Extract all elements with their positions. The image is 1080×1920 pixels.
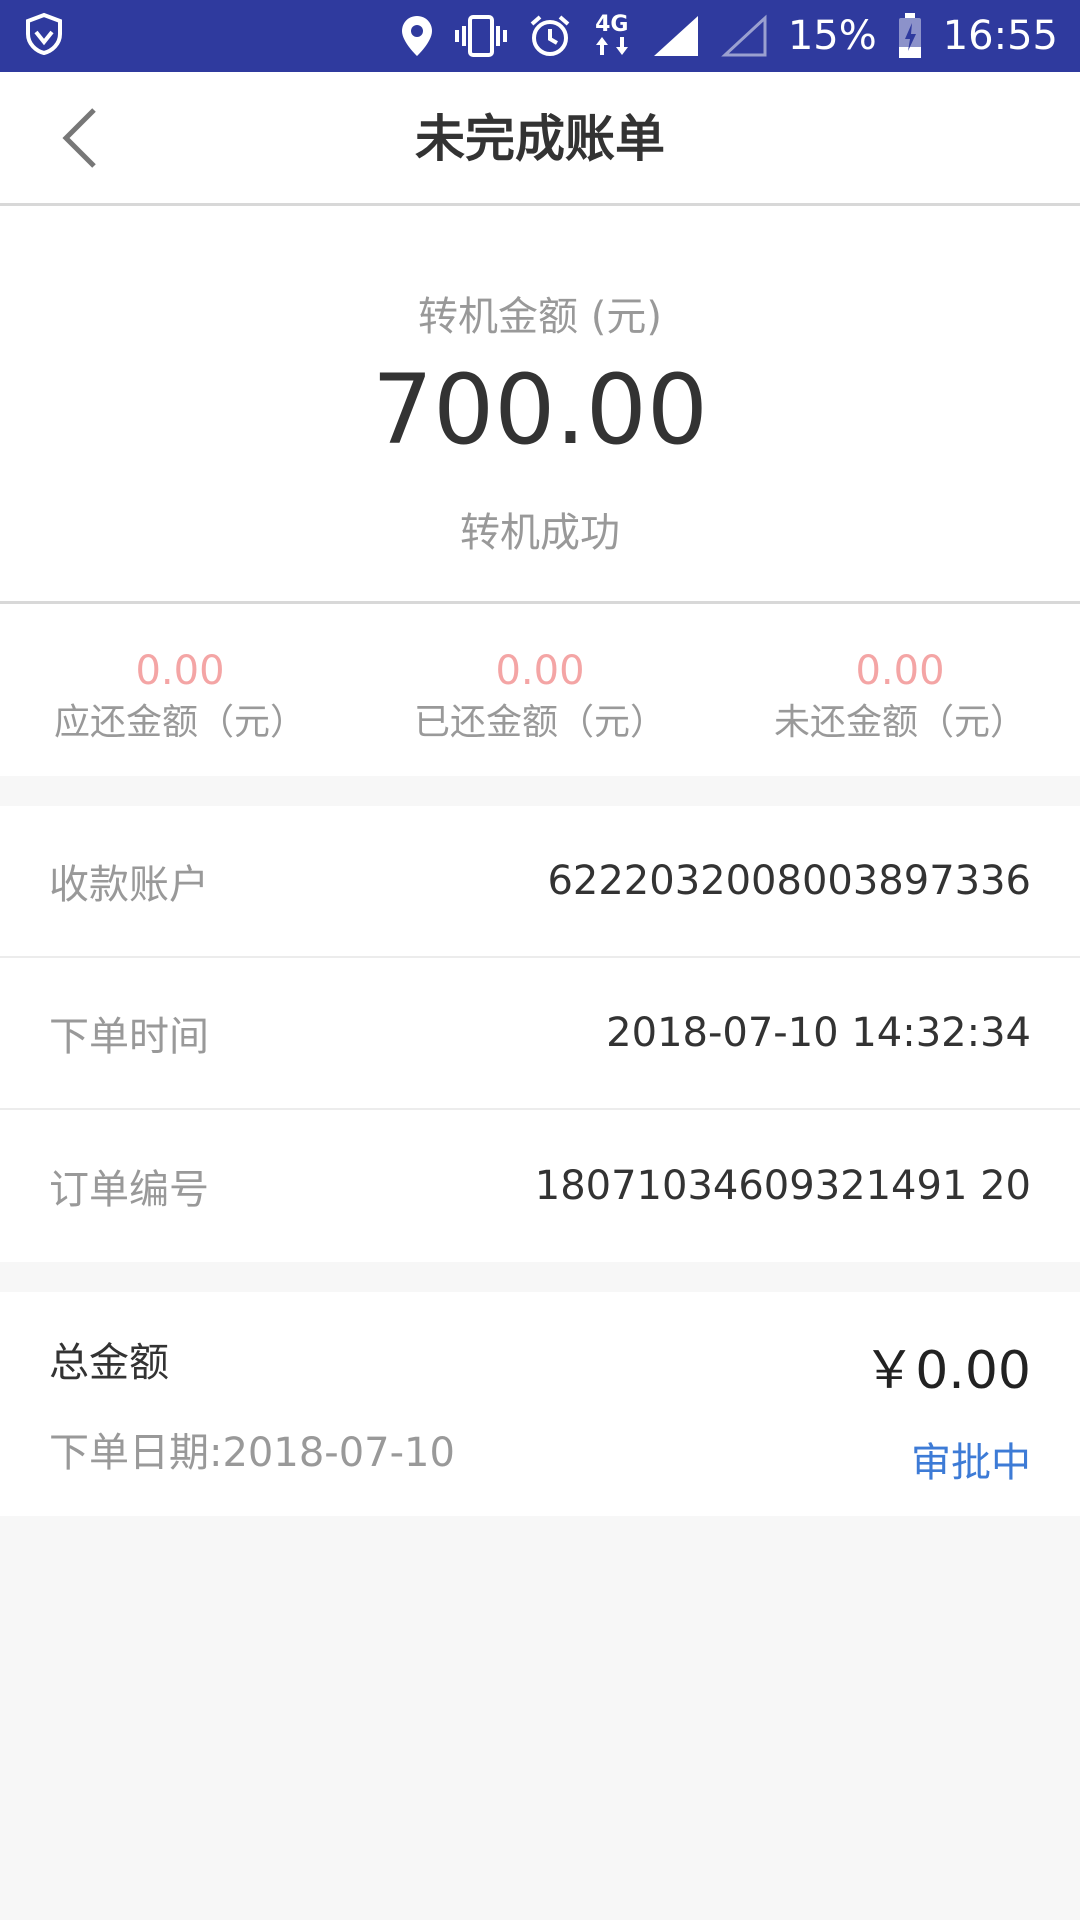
- detail-label: 收款账户: [49, 862, 209, 908]
- stat-repaid: 0.00 已还金额（元）: [360, 604, 720, 776]
- detail-label: 下单时间: [49, 1014, 209, 1060]
- vibrate-icon: [454, 14, 508, 58]
- location-icon: [400, 14, 434, 58]
- network-type: 4G: [595, 12, 629, 37]
- detail-value: 2018-07-10 14:32:34: [606, 1010, 1031, 1056]
- stat-value: 0.00: [495, 648, 585, 694]
- total-label: 总金额: [49, 1340, 169, 1386]
- transfer-summary: 转机金额 (元) 700.00 转机成功: [0, 206, 1080, 604]
- detail-label: 订单编号: [49, 1167, 209, 1213]
- transfer-status: 转机成功: [460, 510, 620, 556]
- stat-due: 0.00 应还金额（元）: [0, 604, 360, 776]
- stat-unpaid: 0.00 未还金额（元）: [720, 604, 1080, 776]
- stat-value: 0.00: [135, 648, 225, 694]
- shield-icon: [22, 12, 66, 60]
- total-card[interactable]: 总金额 下单日期:2018-07-10 ￥0.00 审批中: [0, 1292, 1080, 1516]
- total-amount: ￥0.00: [863, 1341, 1031, 1401]
- alarm-icon: [528, 14, 572, 58]
- detail-row-order-time: 下单时间 2018-07-10 14:32:34: [0, 958, 1080, 1110]
- detail-row-account: 收款账户 6222032008003897336: [0, 806, 1080, 958]
- detail-row-order-number: 订单编号 18071034609321491 20: [0, 1110, 1080, 1262]
- approval-status: 审批中: [911, 1440, 1031, 1486]
- signal-empty-icon: [720, 14, 768, 58]
- stat-label: 已还金额（元）: [413, 702, 666, 743]
- back-button[interactable]: [40, 100, 120, 180]
- page-title: 未完成账单: [415, 110, 665, 168]
- detail-value: 18071034609321491 20: [534, 1163, 1031, 1209]
- order-details: 收款账户 6222032008003897336 下单时间 2018-07-10…: [0, 806, 1080, 1262]
- stat-value: 0.00: [855, 648, 945, 694]
- order-date: 下单日期:2018-07-10: [49, 1430, 455, 1476]
- stat-label: 未还金额（元）: [773, 702, 1026, 743]
- status-bar: 4G 15% 16:55: [0, 0, 1080, 72]
- transfer-amount: 700.00: [372, 354, 708, 466]
- stat-label: 应还金额（元）: [53, 702, 306, 743]
- chevron-left-icon: [60, 106, 100, 174]
- repayment-stats: 0.00 应还金额（元） 0.00 已还金额（元） 0.00 未还金额（元）: [0, 604, 1080, 776]
- detail-value: 6222032008003897336: [547, 858, 1031, 904]
- nav-bar: 未完成账单: [0, 72, 1080, 206]
- data-arrows-icon: 4G: [592, 12, 632, 57]
- battery-percent: 15%: [787, 13, 877, 59]
- battery-icon: [897, 13, 923, 59]
- clock: 16:55: [942, 13, 1058, 59]
- signal-icon: [652, 14, 700, 58]
- transfer-amount-label: 转机金额 (元): [418, 294, 662, 340]
